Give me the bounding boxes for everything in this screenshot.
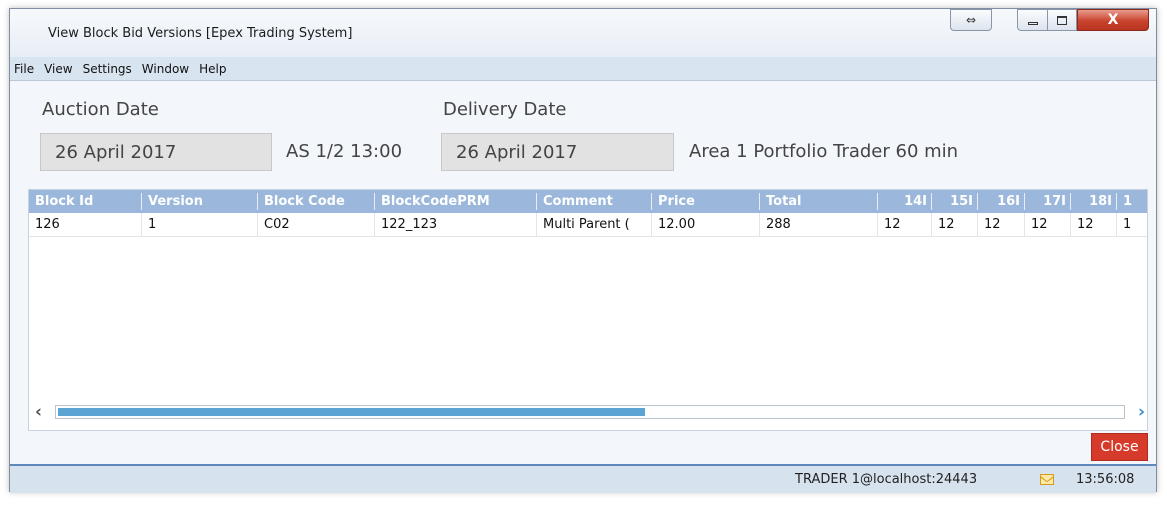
menu-file[interactable]: File <box>14 62 34 76</box>
scroll-track[interactable] <box>55 405 1125 419</box>
auction-date-field: 26 April 2017 <box>40 133 272 171</box>
scroll-left-icon[interactable]: ‹ <box>35 402 42 422</box>
auction-session-text: AS 1/2 13:00 <box>286 141 403 162</box>
col-hour-15[interactable]: 15I <box>932 190 977 213</box>
menu-view[interactable]: View <box>44 62 72 76</box>
swap-icon[interactable]: ⇔ <box>950 9 992 31</box>
close-icon[interactable]: X <box>1077 9 1149 31</box>
col-hour-16[interactable]: 16I <box>978 190 1024 213</box>
delivery-date-field: 26 April 2017 <box>441 133 674 171</box>
menu-settings[interactable]: Settings <box>83 62 132 76</box>
main-content: Auction Date 26 April 2017 AS 1/2 13:00 … <box>10 82 1156 461</box>
cell-hour-17: 12 <box>1025 213 1071 237</box>
auction-date-label: Auction Date <box>42 99 159 120</box>
col-total[interactable]: Total <box>760 190 877 213</box>
status-time: 13:56:08 <box>1076 472 1135 487</box>
status-user: TRADER 1@localhost:24443 <box>795 472 978 487</box>
area-portfolio-text: Area 1 Portfolio Trader 60 min <box>689 141 959 162</box>
col-version[interactable]: Version <box>142 190 257 213</box>
cell-block-code-prm: 122_123 <box>375 213 537 237</box>
title-bar: View Block Bid Versions [Epex Trading Sy… <box>10 9 1156 57</box>
col-hour-17[interactable]: 17I <box>1025 190 1070 213</box>
menu-help[interactable]: Help <box>199 62 226 76</box>
cell-hour-15: 12 <box>932 213 978 237</box>
minimize-icon[interactable] <box>1017 9 1047 31</box>
horizontal-scrollbar[interactable]: ‹ › <box>33 402 1145 422</box>
cell-block-id: 126 <box>29 213 142 237</box>
col-block-code-prm[interactable]: BlockCodePRM <box>375 190 536 213</box>
delivery-date-label: Delivery Date <box>443 99 567 120</box>
cell-hour-16: 12 <box>978 213 1025 237</box>
menu-window[interactable]: Window <box>142 62 189 76</box>
maximize-icon[interactable] <box>1047 9 1077 31</box>
menu-bar: File View Settings Window Help <box>10 57 1156 81</box>
status-bar: TRADER 1@localhost:24443 13:56:08 <box>10 466 1156 493</box>
col-block-id[interactable]: Block Id <box>29 190 141 213</box>
cell-price: 12.00 <box>652 213 760 237</box>
table-row[interactable]: 126 1 C02 122_123 Multi Parent ( 12.00 2… <box>29 213 1147 237</box>
close-button[interactable]: Close <box>1091 433 1148 461</box>
block-versions-table: Block Id Version Block Code BlockCodePRM… <box>28 189 1148 431</box>
cell-hour-14: 12 <box>878 213 932 237</box>
cell-total: 288 <box>760 213 878 237</box>
cell-hour-19: 1 <box>1123 217 1132 232</box>
col-hour-19[interactable]: 1 <box>1117 190 1147 213</box>
cell-block-code: C02 <box>258 213 375 237</box>
mail-icon[interactable] <box>1040 474 1054 485</box>
col-hour-14[interactable]: 14I <box>878 190 931 213</box>
application-window: View Block Bid Versions [Epex Trading Sy… <box>9 8 1157 493</box>
cell-version: 1 <box>142 213 258 237</box>
window-title: View Block Bid Versions [Epex Trading Sy… <box>48 26 353 41</box>
cell-comment: Multi Parent ( <box>537 213 652 237</box>
col-block-code[interactable]: Block Code <box>258 190 374 213</box>
scroll-thumb[interactable] <box>58 408 646 416</box>
col-hour-18[interactable]: 18I <box>1071 190 1116 213</box>
cell-hour-18: 12 <box>1071 213 1117 237</box>
table-header: Block Id Version Block Code BlockCodePRM… <box>29 190 1147 213</box>
col-price[interactable]: Price <box>652 190 759 213</box>
col-comment[interactable]: Comment <box>537 190 651 213</box>
scroll-right-icon[interactable]: › <box>1138 402 1145 422</box>
